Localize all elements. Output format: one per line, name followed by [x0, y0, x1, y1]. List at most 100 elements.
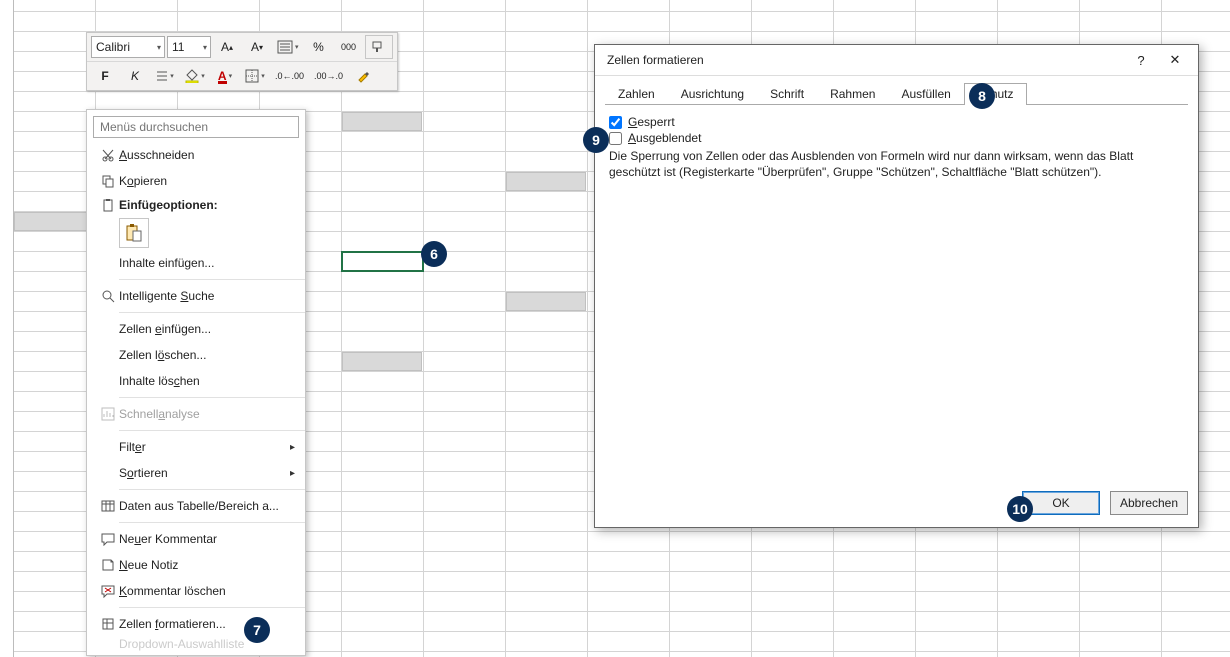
- close-icon: ✕: [1170, 52, 1181, 68]
- cell-shaded[interactable]: [342, 352, 422, 371]
- percent-style-button[interactable]: %: [305, 35, 333, 59]
- menu-item-insert-cells[interactable]: Zellen einfügen...: [87, 316, 305, 342]
- menu-item-smart-lookup[interactable]: Intelligente Suche: [87, 283, 305, 309]
- tab-ausfuellen[interactable]: Ausfüllen: [888, 83, 963, 105]
- menu-item-new-comment[interactable]: Neuer Kommentar: [87, 526, 305, 552]
- menu-divider: [119, 430, 305, 431]
- cell-shaded[interactable]: [506, 292, 586, 311]
- badge-8: 8: [969, 83, 995, 109]
- delete-comment-icon: [97, 582, 119, 600]
- menu-item-sort[interactable]: Sortieren ▸: [87, 460, 305, 486]
- menu-label: Neuer Kommentar: [119, 532, 295, 546]
- bold-button[interactable]: F: [91, 64, 119, 88]
- menu-item-delete-comment[interactable]: Kommentar löschen: [87, 578, 305, 604]
- row-header-column[interactable]: [0, 0, 14, 657]
- help-icon: ?: [1137, 53, 1144, 68]
- fill-color-button[interactable]: ▾: [181, 64, 209, 88]
- menu-item-filter[interactable]: Filter ▸: [87, 434, 305, 460]
- menu-label: Kopieren: [119, 174, 295, 188]
- menu-item-clear-contents[interactable]: Inhalte löschen: [87, 368, 305, 394]
- cell-shaded[interactable]: [14, 212, 94, 231]
- dialog-titlebar[interactable]: Zellen formatieren ? ✕: [595, 45, 1198, 76]
- menu-item-cut[interactable]: Ausschneiden: [87, 142, 305, 168]
- selected-cell[interactable]: [341, 251, 424, 272]
- blank-icon: [97, 637, 119, 651]
- tab-label: Schrift: [770, 87, 804, 101]
- help-button[interactable]: ?: [1124, 48, 1158, 72]
- copy-icon: [97, 172, 119, 190]
- mini-toolbar: Calibri ▾ 11 ▾ A▴ A▾ ▾ % 000 F K ▾ ▾: [86, 32, 398, 91]
- blank-icon: [97, 346, 119, 364]
- hidden-checkbox[interactable]: [609, 132, 622, 145]
- comma-style-button[interactable]: 000: [335, 35, 363, 59]
- format-painter-button[interactable]: [365, 35, 393, 59]
- decrease-font-button[interactable]: A▾: [243, 35, 271, 59]
- cell-shaded[interactable]: [506, 172, 586, 191]
- menu-label: Sortieren: [119, 466, 290, 480]
- locked-checkbox[interactable]: [609, 116, 622, 129]
- close-button[interactable]: ✕: [1158, 48, 1192, 72]
- chevron-down-icon: ▾: [201, 72, 205, 80]
- ok-button[interactable]: OK: [1022, 491, 1100, 515]
- font-name-combo[interactable]: Calibri ▾: [91, 36, 165, 58]
- badge-6: 6: [421, 241, 447, 267]
- accounting-format-button[interactable]: ▾: [273, 35, 303, 59]
- menu-item-format-cells[interactable]: Zellen formatieren...: [87, 611, 305, 637]
- menu-label: Schnellanalyse: [119, 407, 295, 421]
- tab-label: Rahmen: [830, 87, 875, 101]
- menu-item-new-note[interactable]: Neue Notiz: [87, 552, 305, 578]
- locked-label: Gesperrt: [628, 115, 675, 129]
- menu-divider: [119, 397, 305, 398]
- menu-label: Zellen löschen...: [119, 348, 295, 362]
- blank-icon: [97, 464, 119, 482]
- menu-search-input[interactable]: [93, 116, 299, 138]
- tab-rahmen[interactable]: Rahmen: [817, 83, 888, 105]
- menu-item-quick-analysis: Schnellanalyse: [87, 401, 305, 427]
- protection-info-text: Die Sperrung von Zellen oder das Ausblen…: [609, 149, 1184, 180]
- chevron-down-icon: ▾: [229, 72, 233, 80]
- quick-analysis-icon: [97, 405, 119, 423]
- tab-ausrichtung[interactable]: Ausrichtung: [668, 83, 757, 105]
- chevron-down-icon: ▾: [261, 72, 265, 80]
- dialog-title: Zellen formatieren: [607, 53, 1124, 67]
- note-icon: [97, 556, 119, 574]
- menu-label: Ausschneiden: [119, 148, 295, 162]
- menu-item-delete-cells[interactable]: Zellen löschen...: [87, 342, 305, 368]
- menu-item-copy[interactable]: Kopieren: [87, 168, 305, 194]
- blank-icon: [97, 438, 119, 456]
- format-brush-button[interactable]: [349, 64, 377, 88]
- menu-divider: [119, 607, 305, 608]
- tab-zahlen[interactable]: Zahlen: [605, 83, 668, 105]
- align-button[interactable]: ▾: [151, 64, 179, 88]
- tab-schrift[interactable]: Schrift: [757, 83, 817, 105]
- increase-font-button[interactable]: A▴: [213, 35, 241, 59]
- table-icon: [97, 497, 119, 515]
- cancel-button[interactable]: Abbrechen: [1110, 491, 1188, 515]
- locked-checkbox-row[interactable]: Gesperrt: [609, 115, 1184, 129]
- hidden-checkbox-row[interactable]: Ausgeblendet: [609, 131, 1184, 145]
- paste-default-button[interactable]: [119, 218, 149, 248]
- thousand-label: 000: [341, 42, 356, 52]
- chevron-down-icon: ▾: [157, 43, 161, 52]
- chevron-right-icon: ▸: [290, 442, 295, 453]
- cell-shaded[interactable]: [342, 112, 422, 131]
- comment-icon: [97, 530, 119, 548]
- menu-divider: [119, 312, 305, 313]
- blank-icon: [97, 254, 119, 272]
- increase-decimal-button[interactable]: .0←.00: [271, 64, 308, 88]
- font-size-value: 11: [172, 40, 184, 54]
- tab-label: Ausfüllen: [901, 87, 950, 101]
- font-color-button[interactable]: A ▾: [211, 64, 239, 88]
- menu-item-dropdown-list: Dropdown-Auswahlliste: [87, 637, 305, 651]
- italic-button[interactable]: K: [121, 64, 149, 88]
- borders-button[interactable]: ▾: [241, 64, 269, 88]
- badge-7: 7: [244, 617, 270, 643]
- menu-divider: [119, 522, 305, 523]
- font-size-combo[interactable]: 11 ▾: [167, 36, 211, 58]
- menu-item-paste-special[interactable]: Inhalte einfügen...: [87, 250, 305, 276]
- decrease-decimal-button[interactable]: .00→.0: [310, 64, 347, 88]
- cell-context-menu: Ausschneiden Kopieren Einfügeoptionen: I…: [86, 109, 306, 656]
- menu-item-get-data-table[interactable]: Daten aus Tabelle/Bereich a...: [87, 493, 305, 519]
- scissors-icon: [97, 146, 119, 164]
- tab-label: Zahlen: [618, 87, 655, 101]
